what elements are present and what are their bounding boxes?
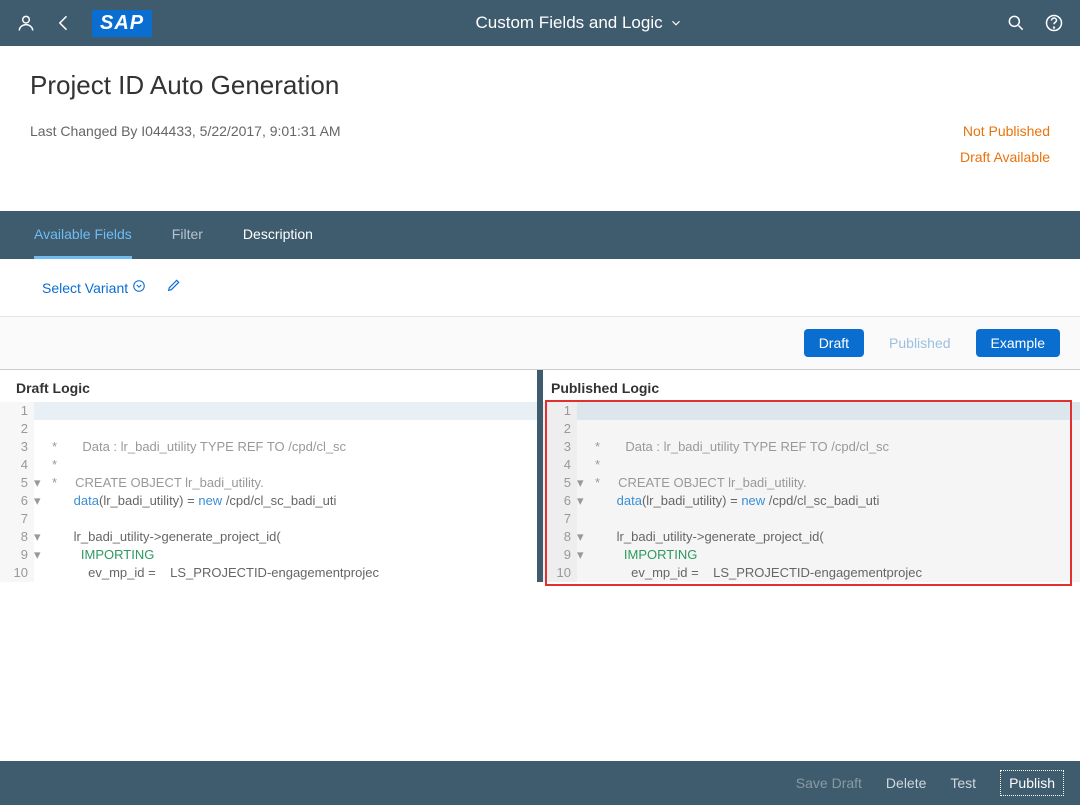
select-variant-link[interactable]: Select Variant (42, 279, 146, 296)
editors-container: Draft Logic 1 2 3 * Data : lr_badi_utili… (0, 370, 1080, 582)
status-not-published: Not Published (960, 123, 1050, 139)
published-editor: Published Logic 1 2 3 * Data : lr_badi_u… (543, 370, 1080, 582)
last-changed-text: Last Changed By I044433, 5/22/2017, 9:01… (30, 123, 341, 139)
delete-button[interactable]: Delete (886, 775, 926, 791)
tab-available-fields[interactable]: Available Fields (34, 211, 132, 259)
published-toggle[interactable]: Published (874, 329, 966, 357)
filter-bar: Draft Published Example (0, 316, 1080, 370)
draft-editor-title: Draft Logic (0, 370, 537, 402)
test-button[interactable]: Test (950, 775, 976, 791)
sap-logo: SAP (92, 10, 152, 37)
select-variant-label: Select Variant (42, 280, 128, 296)
draft-editor: Draft Logic 1 2 3 * Data : lr_badi_utili… (0, 370, 537, 582)
status-draft-available: Draft Available (960, 149, 1050, 165)
shell-title: Custom Fields and Logic (476, 13, 663, 33)
page-title: Project ID Auto Generation (30, 70, 1050, 101)
example-toggle[interactable]: Example (976, 329, 1060, 357)
tab-bar: Available Fields Filter Description (0, 211, 1080, 259)
save-draft-button[interactable]: Save Draft (796, 775, 862, 791)
published-editor-title: Published Logic (543, 370, 1080, 402)
variant-bar: Select Variant (0, 259, 1080, 316)
help-icon[interactable] (1044, 13, 1064, 33)
draft-toggle[interactable]: Draft (804, 329, 864, 357)
shell-title-dropdown[interactable]: Custom Fields and Logic (152, 13, 1006, 33)
chevron-down-circle-icon (132, 279, 146, 296)
publish-button[interactable]: Publish (1000, 770, 1064, 796)
tab-filter[interactable]: Filter (172, 211, 203, 259)
search-icon[interactable] (1006, 13, 1026, 33)
edit-icon[interactable] (166, 277, 182, 298)
back-icon[interactable] (54, 13, 74, 33)
footer-toolbar: Save Draft Delete Test Publish (0, 761, 1080, 805)
user-icon[interactable] (16, 13, 36, 33)
page-header: Project ID Auto Generation Last Changed … (0, 46, 1080, 211)
draft-code-area[interactable]: 1 2 3 * Data : lr_badi_utility TYPE REF … (0, 402, 537, 582)
shell-header: SAP Custom Fields and Logic (0, 0, 1080, 46)
published-code-area[interactable]: 1 2 3 * Data : lr_badi_utility TYPE REF … (543, 402, 1080, 582)
tab-description[interactable]: Description (243, 211, 313, 259)
